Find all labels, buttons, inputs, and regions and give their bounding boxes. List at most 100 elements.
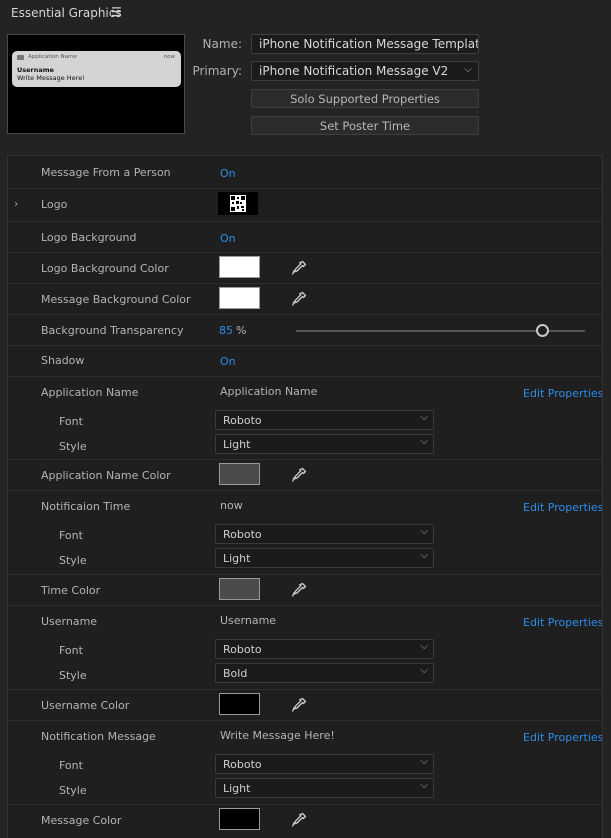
prop-label: Logo Background [41, 231, 137, 244]
logo-thumbnail[interactable] [218, 192, 258, 215]
message-from-person-toggle[interactable]: On [220, 167, 236, 180]
style-label: Style [59, 669, 87, 682]
chevron-down-icon: ⌵ [420, 780, 428, 791]
prop-row-application-name-color: Application Name Color [8, 460, 602, 491]
primary-value: iPhone Notification Message V2 [259, 64, 449, 78]
prop-row-background-transparency: Background Transparency 85 % [8, 315, 602, 346]
font-label: Font [59, 644, 83, 657]
application-name-value[interactable]: Application Name [220, 385, 317, 398]
edit-properties-link[interactable]: Edit Properties [523, 387, 602, 400]
primary-select[interactable]: iPhone Notification Message V2 ⌵ [251, 61, 479, 81]
prop-row-logo-background-color: Logo Background Color [8, 253, 602, 284]
transparency-slider-handle[interactable] [535, 324, 549, 337]
message-background-color-swatch[interactable] [219, 287, 260, 309]
chevron-down-icon: ⌵ [420, 550, 428, 561]
notification-time-style-select[interactable]: Light ⌵ [215, 548, 434, 568]
prop-row-notification-message: Notification Message Write Message Here!… [8, 721, 602, 805]
notification-time-value[interactable]: now [220, 499, 243, 512]
font-value: Roboto [223, 758, 262, 771]
application-name-font-select[interactable]: Roboto ⌵ [215, 410, 434, 430]
font-label: Font [59, 415, 83, 428]
style-label: Style [59, 440, 87, 453]
chevron-down-icon: ⌵ [420, 526, 428, 537]
preview-message: Write Message Here! [17, 74, 85, 82]
application-name-style-select[interactable]: Light ⌵ [215, 434, 434, 454]
chevron-down-icon: ⌵ [464, 64, 472, 75]
username-color-swatch[interactable] [219, 693, 260, 715]
username-font-select[interactable]: Roboto ⌵ [215, 639, 434, 659]
font-value: Roboto [223, 528, 262, 541]
name-field[interactable]: iPhone Notification Message Template V2 [251, 34, 479, 54]
template-preview-thumbnail: Application Name now Username Write Mess… [7, 34, 185, 134]
prop-label: Logo Background Color [41, 262, 169, 275]
app-icon [17, 55, 24, 60]
logo-background-color-swatch[interactable] [219, 256, 260, 278]
edit-properties-link[interactable]: Edit Properties [523, 731, 602, 744]
chevron-down-icon: ⌵ [420, 641, 428, 652]
percent-sign: % [236, 324, 247, 337]
transparency-value[interactable]: 85 [219, 324, 233, 337]
style-value: Light [223, 552, 251, 565]
panel-header: Essential Graphics ☰ [0, 0, 611, 26]
name-label: Name: [202, 37, 242, 51]
eyedropper-icon[interactable] [291, 812, 307, 828]
style-label: Style [59, 554, 87, 567]
font-value: Roboto [223, 643, 262, 656]
preview-time: now [163, 54, 175, 60]
username-style-select[interactable]: Bold ⌵ [215, 663, 434, 683]
primary-label: Primary: [192, 64, 242, 78]
eyedropper-icon[interactable] [291, 291, 307, 307]
prop-row-username: Username Username Edit Properties Font R… [8, 606, 602, 690]
prop-label: Message From a Person [41, 166, 171, 179]
prop-label: Application Name [41, 386, 139, 399]
notification-message-font-select[interactable]: Roboto ⌵ [215, 754, 434, 774]
prop-row-message-from-person: Message From a Person On [8, 156, 602, 189]
prop-row-logo-background: Logo Background On [8, 222, 602, 253]
prop-label: Username Color [41, 699, 130, 712]
font-value: Roboto [223, 414, 262, 427]
chevron-down-icon: ⌵ [420, 665, 428, 676]
qr-code-icon [230, 195, 246, 212]
prop-label: Message Color [41, 814, 122, 827]
prop-row-time-color: Time Color [8, 575, 602, 606]
application-name-color-swatch[interactable] [219, 463, 260, 485]
message-color-swatch[interactable] [219, 808, 260, 830]
prop-label: Shadow [41, 354, 85, 367]
prop-label: Notification Message [41, 730, 156, 743]
preview-notification-card: Application Name now Username Write Mess… [12, 51, 181, 87]
notification-message-value[interactable]: Write Message Here! [220, 729, 335, 742]
eyedropper-icon[interactable] [291, 582, 307, 598]
chevron-down-icon: ⌵ [420, 412, 428, 423]
shadow-toggle[interactable]: On [220, 355, 236, 368]
time-color-swatch[interactable] [219, 578, 260, 600]
hamburger-menu-icon[interactable]: ☰ [111, 5, 122, 19]
prop-label: Username [41, 615, 98, 628]
preview-app-name: Application Name [28, 54, 77, 60]
notification-message-style-select[interactable]: Light ⌵ [215, 778, 434, 798]
logo-background-toggle[interactable]: On [220, 232, 236, 245]
edit-properties-link[interactable]: Edit Properties [523, 616, 602, 629]
eyedropper-icon[interactable] [291, 697, 307, 713]
prop-label: Background Transparency [41, 324, 184, 337]
prop-row-message-background-color: Message Background Color [8, 284, 602, 315]
username-value[interactable]: Username [220, 614, 276, 627]
name-value: iPhone Notification Message Template V2 [259, 37, 478, 51]
font-label: Font [59, 529, 83, 542]
font-label: Font [59, 759, 83, 772]
edit-properties-link[interactable]: Edit Properties [523, 501, 602, 514]
style-value: Light [223, 438, 251, 451]
properties-list: Message From a Person On › Logo Logo Bac… [7, 155, 603, 838]
style-label: Style [59, 784, 87, 797]
prop-row-username-color: Username Color [8, 690, 602, 721]
chevron-right-icon[interactable]: › [14, 197, 18, 210]
prop-row-application-name: Application Name Application Name Edit P… [8, 377, 602, 460]
prop-label: Message Background Color [41, 293, 191, 306]
style-value: Bold [223, 667, 248, 680]
notification-time-font-select[interactable]: Roboto ⌵ [215, 524, 434, 544]
prop-label: Notificaion Time [41, 500, 131, 513]
solo-supported-properties-button[interactable]: Solo Supported Properties [251, 89, 479, 108]
eyedropper-icon[interactable] [291, 260, 307, 276]
eyedropper-icon[interactable] [291, 467, 307, 483]
set-poster-time-button[interactable]: Set Poster Time [251, 116, 479, 135]
prop-label: Time Color [41, 584, 101, 597]
